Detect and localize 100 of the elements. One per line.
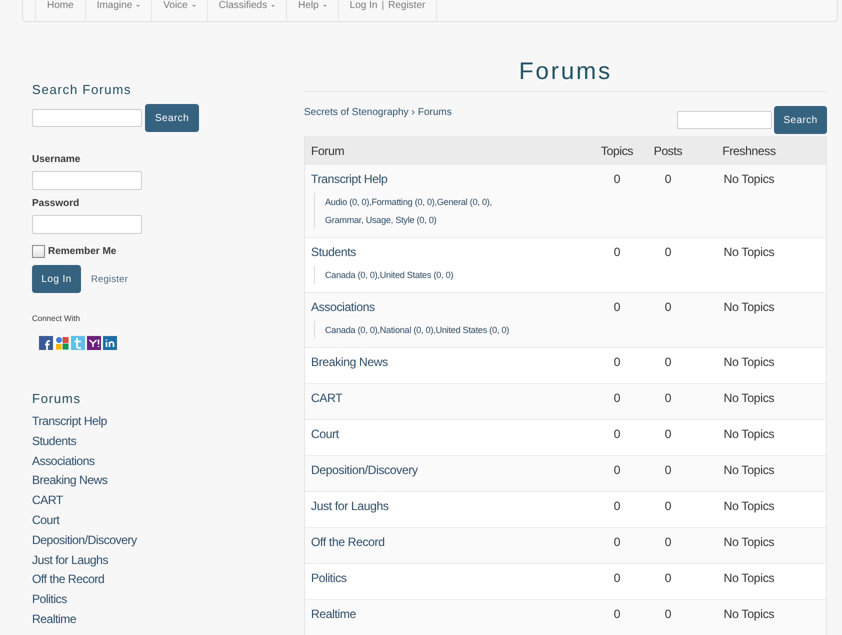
freshness-text: No Topics (722, 535, 776, 549)
topic-count: 0 (612, 172, 622, 186)
forum-link[interactable]: Breaking News (311, 355, 388, 369)
sidebar-forum-link[interactable]: Students (32, 432, 76, 452)
nav-link[interactable]: Classifieds (208, 0, 288, 21)
sidebar-forum-link[interactable]: Associations (32, 452, 95, 472)
forum-link[interactable]: Just for Laughs (311, 499, 389, 513)
linkedin-icon[interactable] (103, 336, 117, 350)
freshness-text: No Topics (722, 571, 776, 585)
post-count: 0 (664, 172, 672, 186)
yahoo-icon[interactable] (87, 336, 101, 350)
subforum-link[interactable]: Canada (0, 0), (325, 321, 380, 339)
sidebar-forum-link[interactable]: Court (32, 510, 60, 531)
post-count: 0 (664, 463, 672, 477)
topic-count: 0 (612, 571, 622, 585)
forum-link[interactable]: Realtime (311, 607, 356, 621)
post-count: 0 (664, 300, 672, 314)
caret-icon (271, 5, 276, 7)
topic-count: 0 (612, 499, 622, 513)
subforum-link[interactable]: United States (0, 0) (380, 266, 454, 284)
post-count: 0 (664, 355, 672, 369)
sidebar-forum-link[interactable]: Breaking News (32, 471, 108, 492)
sidebar-forum-link[interactable]: Realtime (32, 610, 76, 630)
breadcrumb-current: Forums (418, 107, 452, 119)
search-field[interactable] (32, 109, 142, 127)
freshness-text: No Topics (722, 463, 776, 477)
topic-count: 0 (612, 391, 622, 405)
forum-link[interactable]: CART (311, 391, 342, 405)
password-field[interactable] (32, 215, 142, 234)
freshness-text: No Topics (722, 172, 776, 186)
login-link[interactable]: Log In (350, 0, 378, 12)
column-header: Freshness (721, 144, 777, 158)
sidebar-forum-link[interactable]: Politics (32, 590, 67, 610)
remember-checkbox[interactable] (32, 244, 45, 258)
sidebar-heading: Forums (32, 391, 81, 407)
post-count: 0 (664, 535, 672, 549)
register-link[interactable]: Register (388, 0, 426, 12)
freshness-text: No Topics (722, 391, 776, 405)
caret-icon (192, 5, 196, 7)
sidebar-heading: Search Forums (32, 82, 132, 98)
topic-count: 0 (612, 355, 622, 369)
sidebar-forum-link[interactable]: Deposition/Discovery (32, 530, 137, 551)
subforum-link[interactable]: United States (0, 0) (436, 321, 510, 339)
post-count: 0 (664, 245, 672, 259)
page-title: Forums (518, 57, 614, 87)
nav-link[interactable]: Home (36, 0, 86, 21)
freshness-text: No Topics (722, 300, 776, 314)
sidebar-forum-link[interactable]: Off the Record (32, 570, 104, 590)
subforum-link[interactable]: Formatting (0, 0), (371, 193, 437, 211)
breadcrumb-separator: › (412, 107, 415, 119)
subforum-link[interactable]: Audio (0, 0), (325, 193, 372, 211)
freshness-text: No Topics (722, 499, 776, 513)
checkbox-label: Remember Me (48, 246, 116, 256)
freshness-text: No Topics (722, 607, 776, 621)
username-field[interactable] (32, 171, 142, 190)
column-header: Posts (652, 144, 684, 158)
column-header: Forum (310, 144, 346, 158)
google-icon[interactable] (55, 336, 69, 350)
field-label: Username (32, 154, 80, 166)
topic-count: 0 (612, 463, 622, 477)
breadcrumb-link[interactable]: Secrets of Stenography (304, 107, 409, 119)
topic-count: 0 (612, 535, 622, 549)
login-button[interactable]: Log In (32, 265, 81, 293)
nav-link[interactable]: Voice (152, 0, 208, 21)
forum-link[interactable]: Associations (311, 300, 375, 314)
search-button[interactable]: Search (774, 106, 827, 134)
freshness-text: No Topics (722, 427, 776, 441)
freshness-text: No Topics (722, 245, 776, 259)
post-count: 0 (664, 427, 672, 441)
post-count: 0 (664, 499, 672, 513)
subforum-link[interactable]: General (0, 0), (436, 193, 492, 211)
sidebar-forum-link[interactable]: Transcript Help (32, 412, 107, 432)
connect-label: Connect With (32, 313, 80, 324)
field-label: Password (32, 198, 80, 210)
freshness-text: No Topics (722, 355, 776, 369)
subforum-link[interactable]: National (0, 0), (380, 321, 436, 339)
post-count: 0 (664, 607, 672, 621)
post-count: 0 (664, 571, 672, 585)
separator-text: | (381, 0, 384, 12)
post-count: 0 (664, 391, 672, 405)
topic-count: 0 (612, 427, 622, 441)
nav-link[interactable]: Imagine (86, 0, 152, 21)
register-link[interactable]: Register (91, 274, 128, 284)
caret-icon (322, 5, 327, 7)
sidebar-forum-link[interactable]: Just for Laughs (32, 550, 108, 570)
topic-count: 0 (612, 300, 622, 314)
forum-link[interactable]: Deposition/Discovery (311, 463, 418, 477)
column-header: Topics (600, 144, 634, 158)
nav-link[interactable]: Help (287, 0, 339, 21)
subforum-link[interactable]: Canada (0, 0), (325, 266, 380, 284)
subforum-link[interactable]: Grammar, Usage, Style (0, 0) (325, 211, 436, 229)
search-button[interactable]: Search (145, 104, 199, 132)
forum-link[interactable]: Off the Record (311, 535, 385, 549)
forum-link[interactable]: Students (311, 245, 356, 259)
facebook-icon[interactable] (39, 336, 53, 350)
forum-link[interactable]: Politics (311, 571, 347, 585)
sidebar-forum-link[interactable]: CART (32, 491, 63, 511)
forum-link[interactable]: Court (311, 427, 339, 441)
search-field[interactable] (677, 111, 772, 129)
forum-link[interactable]: Transcript Help (311, 172, 388, 186)
